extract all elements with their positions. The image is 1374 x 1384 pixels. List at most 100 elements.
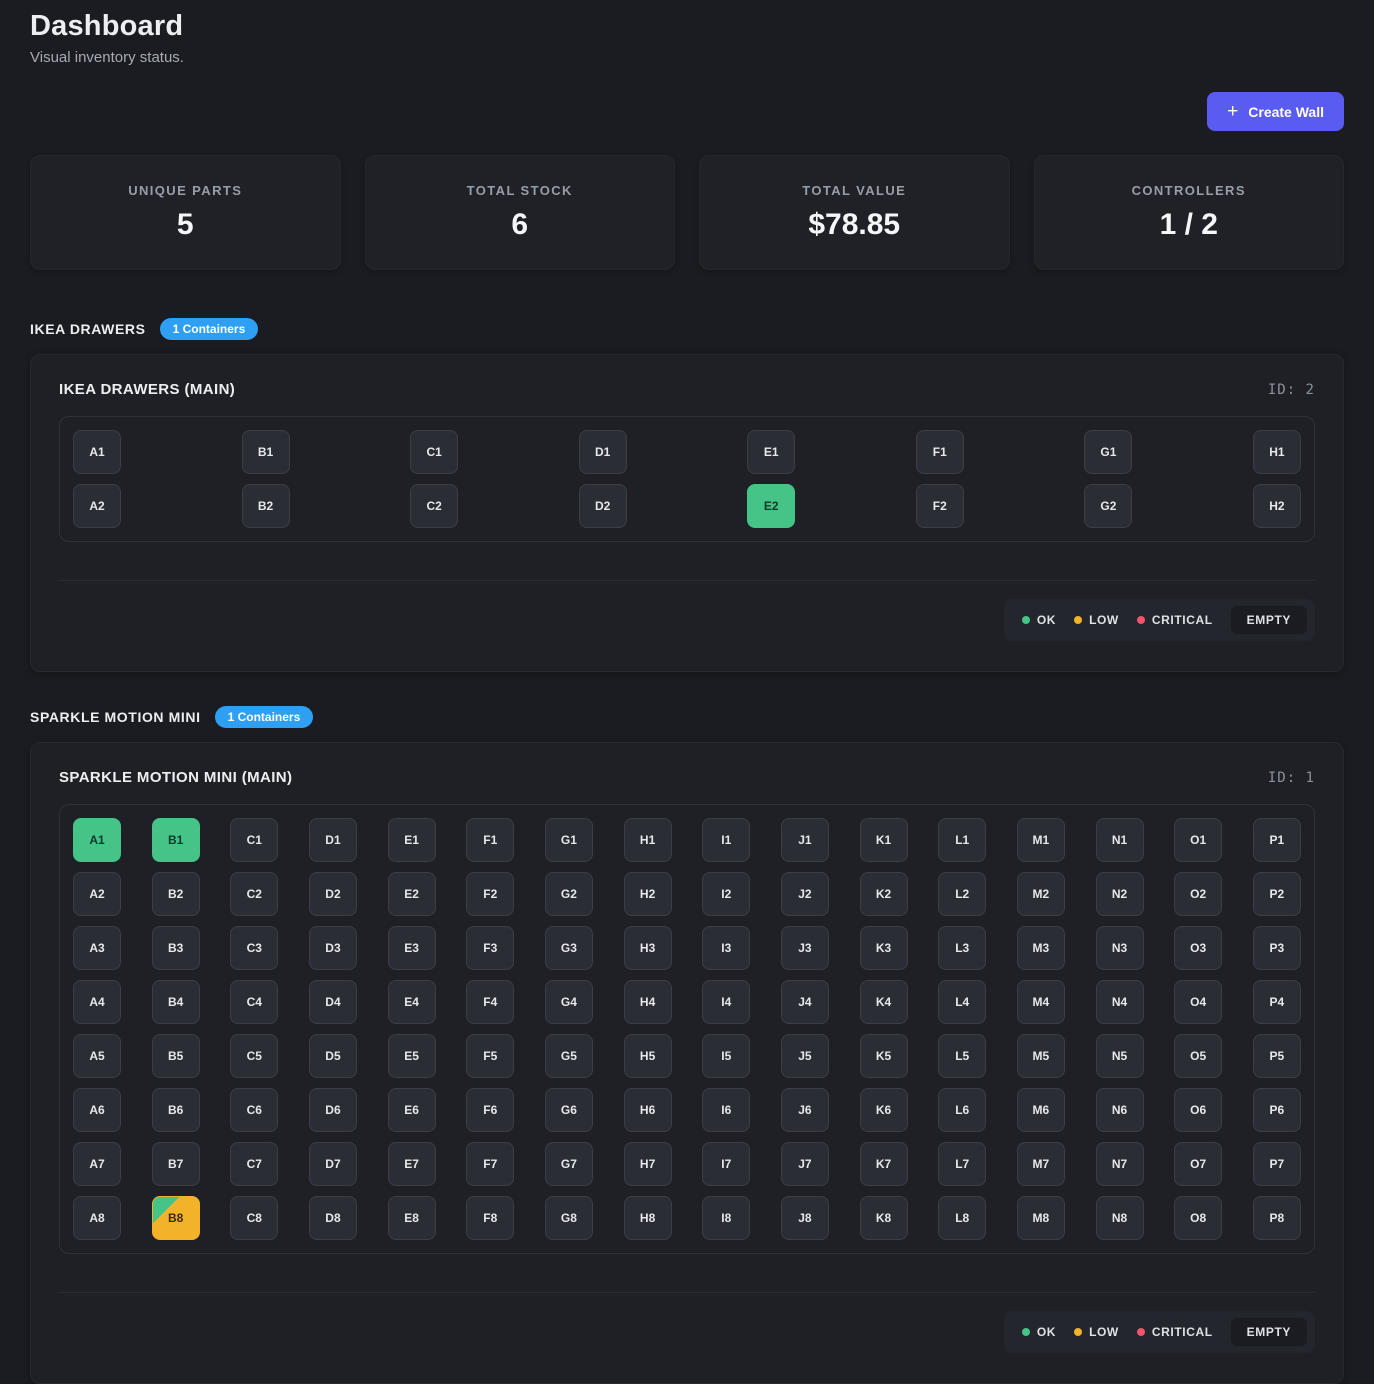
slot-L4[interactable]: L4 <box>938 980 986 1024</box>
slot-J4[interactable]: J4 <box>781 980 829 1024</box>
slot-L6[interactable]: L6 <box>938 1088 986 1132</box>
slot-H5[interactable]: H5 <box>624 1034 672 1078</box>
slot-P5[interactable]: P5 <box>1253 1034 1301 1078</box>
slot-G2[interactable]: G2 <box>545 872 593 916</box>
slot-J7[interactable]: J7 <box>781 1142 829 1186</box>
slot-M7[interactable]: M7 <box>1017 1142 1065 1186</box>
slot-B1[interactable]: B1 <box>242 430 290 474</box>
slot-K6[interactable]: K6 <box>860 1088 908 1132</box>
slot-N8[interactable]: N8 <box>1096 1196 1144 1240</box>
slot-B7[interactable]: B7 <box>152 1142 200 1186</box>
slot-J3[interactable]: J3 <box>781 926 829 970</box>
slot-C1[interactable]: C1 <box>230 818 278 862</box>
slot-M8[interactable]: M8 <box>1017 1196 1065 1240</box>
slot-A2[interactable]: A2 <box>73 484 121 528</box>
slot-A2[interactable]: A2 <box>73 872 121 916</box>
slot-G4[interactable]: G4 <box>545 980 593 1024</box>
slot-E2[interactable]: E2 <box>747 484 795 528</box>
create-wall-button[interactable]: + Create Wall <box>1207 92 1344 131</box>
slot-K5[interactable]: K5 <box>860 1034 908 1078</box>
slot-I3[interactable]: I3 <box>702 926 750 970</box>
slot-C8[interactable]: C8 <box>230 1196 278 1240</box>
slot-D7[interactable]: D7 <box>309 1142 357 1186</box>
slot-C6[interactable]: C6 <box>230 1088 278 1132</box>
slot-G7[interactable]: G7 <box>545 1142 593 1186</box>
slot-O2[interactable]: O2 <box>1174 872 1222 916</box>
slot-H3[interactable]: H3 <box>624 926 672 970</box>
slot-P3[interactable]: P3 <box>1253 926 1301 970</box>
slot-O3[interactable]: O3 <box>1174 926 1222 970</box>
slot-B6[interactable]: B6 <box>152 1088 200 1132</box>
slot-F2[interactable]: F2 <box>916 484 964 528</box>
slot-O5[interactable]: O5 <box>1174 1034 1222 1078</box>
slot-A5[interactable]: A5 <box>73 1034 121 1078</box>
slot-J6[interactable]: J6 <box>781 1088 829 1132</box>
slot-E1[interactable]: E1 <box>747 430 795 474</box>
slot-F4[interactable]: F4 <box>466 980 514 1024</box>
slot-D8[interactable]: D8 <box>309 1196 357 1240</box>
slot-F1[interactable]: F1 <box>916 430 964 474</box>
slot-A4[interactable]: A4 <box>73 980 121 1024</box>
slot-F2[interactable]: F2 <box>466 872 514 916</box>
slot-C2[interactable]: C2 <box>230 872 278 916</box>
slot-N3[interactable]: N3 <box>1096 926 1144 970</box>
slot-J2[interactable]: J2 <box>781 872 829 916</box>
slot-J8[interactable]: J8 <box>781 1196 829 1240</box>
slot-B2[interactable]: B2 <box>242 484 290 528</box>
slot-H8[interactable]: H8 <box>624 1196 672 1240</box>
slot-A6[interactable]: A6 <box>73 1088 121 1132</box>
slot-P2[interactable]: P2 <box>1253 872 1301 916</box>
slot-B5[interactable]: B5 <box>152 1034 200 1078</box>
slot-L7[interactable]: L7 <box>938 1142 986 1186</box>
slot-I1[interactable]: I1 <box>702 818 750 862</box>
slot-G8[interactable]: G8 <box>545 1196 593 1240</box>
slot-L8[interactable]: L8 <box>938 1196 986 1240</box>
slot-B1[interactable]: B1 <box>152 818 200 862</box>
slot-M1[interactable]: M1 <box>1017 818 1065 862</box>
slot-E8[interactable]: E8 <box>388 1196 436 1240</box>
slot-F7[interactable]: F7 <box>466 1142 514 1186</box>
slot-D2[interactable]: D2 <box>579 484 627 528</box>
slot-O6[interactable]: O6 <box>1174 1088 1222 1132</box>
slot-E3[interactable]: E3 <box>388 926 436 970</box>
slot-D6[interactable]: D6 <box>309 1088 357 1132</box>
slot-C1[interactable]: C1 <box>410 430 458 474</box>
slot-A8[interactable]: A8 <box>73 1196 121 1240</box>
slot-M3[interactable]: M3 <box>1017 926 1065 970</box>
slot-O8[interactable]: O8 <box>1174 1196 1222 1240</box>
slot-G3[interactable]: G3 <box>545 926 593 970</box>
slot-B2[interactable]: B2 <box>152 872 200 916</box>
slot-N1[interactable]: N1 <box>1096 818 1144 862</box>
slot-D1[interactable]: D1 <box>309 818 357 862</box>
slot-K8[interactable]: K8 <box>860 1196 908 1240</box>
slot-I4[interactable]: I4 <box>702 980 750 1024</box>
slot-H1[interactable]: H1 <box>1253 430 1301 474</box>
slot-C3[interactable]: C3 <box>230 926 278 970</box>
slot-F1[interactable]: F1 <box>466 818 514 862</box>
slot-N6[interactable]: N6 <box>1096 1088 1144 1132</box>
slot-D5[interactable]: D5 <box>309 1034 357 1078</box>
slot-M5[interactable]: M5 <box>1017 1034 1065 1078</box>
slot-N4[interactable]: N4 <box>1096 980 1144 1024</box>
slot-K3[interactable]: K3 <box>860 926 908 970</box>
slot-L1[interactable]: L1 <box>938 818 986 862</box>
slot-J1[interactable]: J1 <box>781 818 829 862</box>
slot-F8[interactable]: F8 <box>466 1196 514 1240</box>
slot-G1[interactable]: G1 <box>545 818 593 862</box>
slot-L5[interactable]: L5 <box>938 1034 986 1078</box>
slot-G6[interactable]: G6 <box>545 1088 593 1132</box>
slot-H6[interactable]: H6 <box>624 1088 672 1132</box>
slot-D3[interactable]: D3 <box>309 926 357 970</box>
slot-O4[interactable]: O4 <box>1174 980 1222 1024</box>
slot-C2[interactable]: C2 <box>410 484 458 528</box>
slot-C5[interactable]: C5 <box>230 1034 278 1078</box>
slot-A1[interactable]: A1 <box>73 430 121 474</box>
slot-P1[interactable]: P1 <box>1253 818 1301 862</box>
slot-K4[interactable]: K4 <box>860 980 908 1024</box>
slot-K1[interactable]: K1 <box>860 818 908 862</box>
slot-P4[interactable]: P4 <box>1253 980 1301 1024</box>
slot-M4[interactable]: M4 <box>1017 980 1065 1024</box>
slot-A1[interactable]: A1 <box>73 818 121 862</box>
slot-B8[interactable]: B8 <box>152 1196 200 1240</box>
slot-E1[interactable]: E1 <box>388 818 436 862</box>
